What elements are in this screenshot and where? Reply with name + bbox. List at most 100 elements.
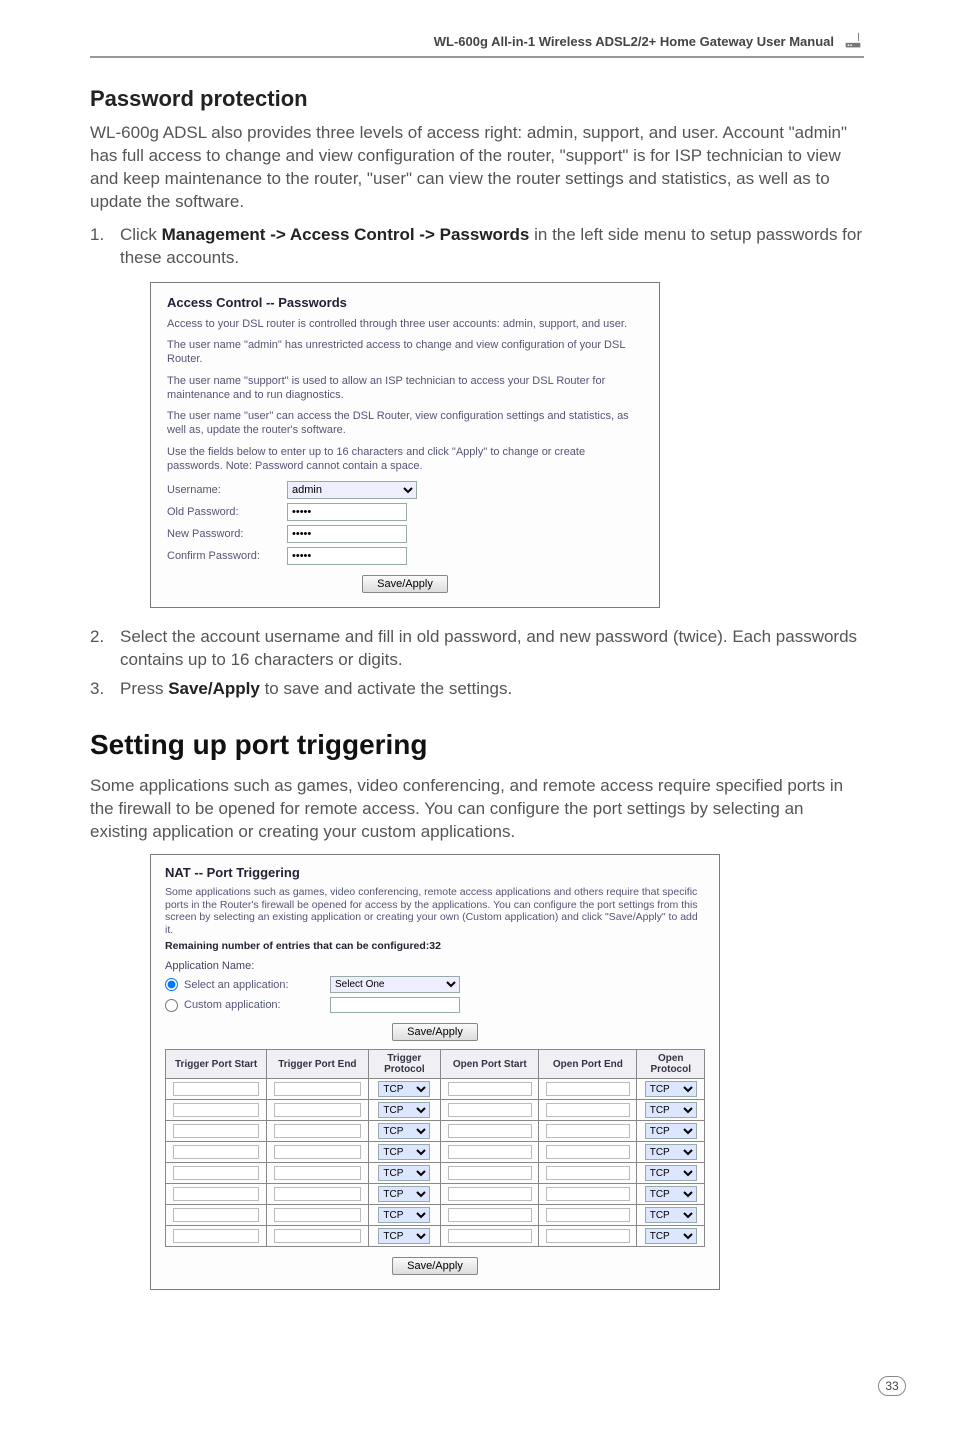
open-port-start-input[interactable] [448, 1166, 532, 1180]
open-protocol-select[interactable]: TCP [645, 1144, 697, 1160]
table-row: TCP TCP [166, 1079, 705, 1100]
trigger-port-start-input[interactable] [173, 1208, 260, 1222]
table-header: Trigger Port Start [166, 1050, 267, 1079]
old-password-input[interactable] [287, 503, 407, 521]
open-port-start-input[interactable] [448, 1208, 532, 1222]
password-step-1: 1. Click Management -> Access Control ->… [90, 224, 864, 270]
ss1-p4: The user name "user" can access the DSL … [167, 410, 643, 438]
step2-text: Select the account username and fill in … [120, 626, 864, 672]
table-header: Open Protocol [637, 1050, 705, 1079]
custom-application-label: Custom application: [184, 999, 324, 1011]
open-port-end-input[interactable] [546, 1187, 630, 1201]
select-application-label: Select an application: [184, 979, 324, 991]
trigger-protocol-select[interactable]: TCP [378, 1207, 430, 1223]
ss2-blurb: Some applications such as games, video c… [165, 886, 705, 936]
table-row: TCP TCP [166, 1142, 705, 1163]
open-port-start-input[interactable] [448, 1229, 532, 1243]
open-protocol-select[interactable]: TCP [645, 1165, 697, 1181]
open-port-start-input[interactable] [448, 1124, 532, 1138]
open-port-end-input[interactable] [546, 1082, 630, 1096]
open-port-end-input[interactable] [546, 1229, 630, 1243]
open-protocol-select[interactable]: TCP [645, 1123, 697, 1139]
save-apply-button-bottom[interactable]: Save/Apply [392, 1257, 478, 1275]
trigger-port-end-input[interactable] [274, 1229, 361, 1243]
table-row: TCP TCP [166, 1100, 705, 1121]
trigger-protocol-select[interactable]: TCP [378, 1228, 430, 1244]
open-port-start-input[interactable] [448, 1103, 532, 1117]
port-triggering-table: Trigger Port StartTrigger Port EndTrigge… [165, 1049, 705, 1247]
step-num: 1. [90, 224, 120, 270]
trigger-protocol-select[interactable]: TCP [378, 1165, 430, 1181]
password-step-3: 3. Press Save/Apply to save and activate… [90, 678, 864, 701]
manual-header: WL-600g All-in-1 Wireless ADSL2/2+ Home … [90, 30, 864, 58]
open-port-end-input[interactable] [546, 1166, 630, 1180]
open-port-end-input[interactable] [546, 1208, 630, 1222]
port-triggering-intro: Some applications such as games, video c… [90, 775, 864, 844]
trigger-port-end-input[interactable] [274, 1124, 361, 1138]
trigger-port-end-input[interactable] [274, 1166, 361, 1180]
old-password-label: Old Password: [167, 506, 287, 518]
ss1-p3: The user name "support" is used to allow… [167, 375, 643, 403]
open-protocol-select[interactable]: TCP [645, 1207, 697, 1223]
ss1-p2: The user name "admin" has unrestricted a… [167, 339, 643, 367]
trigger-port-start-input[interactable] [173, 1103, 260, 1117]
trigger-port-start-input[interactable] [173, 1187, 260, 1201]
custom-application-radio[interactable] [165, 999, 178, 1012]
trigger-port-start-input[interactable] [173, 1166, 260, 1180]
open-port-start-input[interactable] [448, 1187, 532, 1201]
trigger-protocol-select[interactable]: TCP [378, 1102, 430, 1118]
table-row: TCP TCP [166, 1205, 705, 1226]
confirm-password-input[interactable] [287, 547, 407, 565]
table-header: Open Port End [539, 1050, 637, 1079]
password-step-2: 2. Select the account username and fill … [90, 626, 864, 672]
select-application-radio[interactable] [165, 978, 178, 991]
open-port-start-input[interactable] [448, 1145, 532, 1159]
trigger-protocol-select[interactable]: TCP [378, 1081, 430, 1097]
password-intro: WL-600g ADSL also provides three levels … [90, 122, 864, 214]
open-protocol-select[interactable]: TCP [645, 1081, 697, 1097]
custom-application-input[interactable] [330, 997, 460, 1013]
open-protocol-select[interactable]: TCP [645, 1228, 697, 1244]
save-apply-button[interactable]: Save/Apply [362, 575, 448, 593]
new-password-label: New Password: [167, 528, 287, 540]
open-protocol-select[interactable]: TCP [645, 1186, 697, 1202]
step-num: 2. [90, 626, 120, 672]
trigger-port-start-input[interactable] [173, 1082, 260, 1096]
trigger-port-start-input[interactable] [173, 1124, 260, 1138]
manual-title: WL-600g All-in-1 Wireless ADSL2/2+ Home … [434, 34, 834, 49]
trigger-port-end-input[interactable] [274, 1103, 361, 1117]
open-port-end-input[interactable] [546, 1103, 630, 1117]
trigger-port-start-input[interactable] [173, 1145, 260, 1159]
trigger-port-end-input[interactable] [274, 1082, 361, 1096]
ss1-p5: Use the fields below to enter up to 16 c… [167, 446, 643, 474]
open-port-start-input[interactable] [448, 1082, 532, 1096]
ss1-p1: Access to your DSL router is controlled … [167, 318, 643, 332]
open-port-end-input[interactable] [546, 1145, 630, 1159]
application-select[interactable]: Select One [330, 976, 460, 993]
page-number: 33 [878, 1376, 906, 1396]
ss1-title: Access Control -- Passwords [167, 295, 643, 310]
password-protection-heading: Password protection [90, 86, 864, 112]
username-select[interactable]: admin [287, 481, 417, 499]
step3-pre: Press [120, 679, 168, 698]
username-label: Username: [167, 484, 287, 496]
trigger-protocol-select[interactable]: TCP [378, 1144, 430, 1160]
table-row: TCP TCP [166, 1184, 705, 1205]
new-password-input[interactable] [287, 525, 407, 543]
trigger-protocol-select[interactable]: TCP [378, 1186, 430, 1202]
trigger-port-start-input[interactable] [173, 1229, 260, 1243]
step3-post: to save and activate the settings. [260, 679, 512, 698]
trigger-port-end-input[interactable] [274, 1187, 361, 1201]
router-icon [842, 30, 864, 52]
trigger-port-end-input[interactable] [274, 1145, 361, 1159]
save-apply-button-top[interactable]: Save/Apply [392, 1023, 478, 1041]
ss2-remaining: Remaining number of entries that can be … [165, 940, 705, 952]
trigger-port-end-input[interactable] [274, 1208, 361, 1222]
application-name-label: Application Name: [165, 960, 705, 972]
ss2-title: NAT -- Port Triggering [165, 865, 705, 880]
trigger-protocol-select[interactable]: TCP [378, 1123, 430, 1139]
open-port-end-input[interactable] [546, 1124, 630, 1138]
table-row: TCP TCP [166, 1226, 705, 1247]
table-row: TCP TCP [166, 1163, 705, 1184]
open-protocol-select[interactable]: TCP [645, 1102, 697, 1118]
